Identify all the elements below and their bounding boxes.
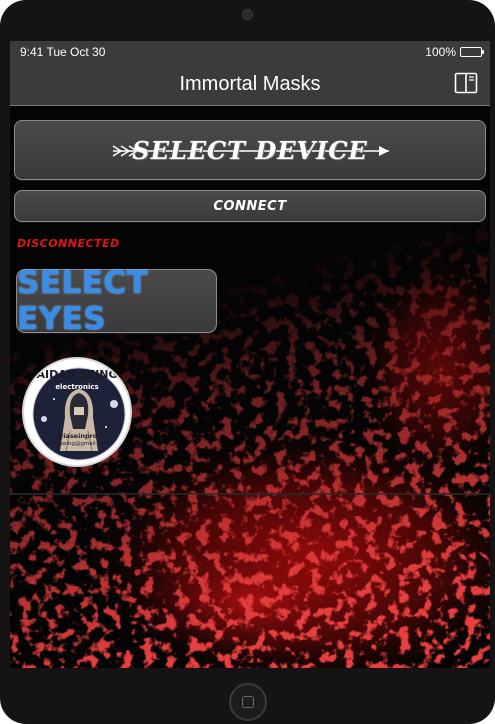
tablet-frame: 9:41 Tue Oct 30 100% Immortal Masks SELE…	[0, 0, 495, 724]
battery-percent: 100%	[425, 45, 456, 59]
aidan-seing-logo: AIDAN SEING electronics @iaseinpro aidan…	[22, 357, 132, 467]
app-screen: 9:41 Tue Oct 30 100% Immortal Masks SELE…	[10, 41, 490, 668]
connect-button[interactable]: CONNECT	[14, 190, 486, 222]
battery-icon	[460, 47, 484, 57]
status-bar: 9:41 Tue Oct 30 100%	[10, 41, 490, 63]
status-time: 9:41 Tue Oct 30	[20, 45, 106, 59]
connect-label: CONNECT	[213, 198, 287, 214]
battery-status: 100%	[425, 45, 484, 59]
logo-email: aidanseing@gmail.com	[44, 441, 110, 447]
logo-title: AIDAN SEING	[36, 368, 118, 381]
select-device-label: SELECT DEVICE	[132, 135, 368, 165]
logo-handle: @iaseinpro	[56, 432, 98, 440]
front-camera	[242, 9, 253, 20]
page-title: Immortal Masks	[179, 73, 321, 95]
logo-subtitle: electronics	[55, 383, 99, 391]
home-button-icon[interactable]	[229, 683, 267, 721]
select-eyes-label: SELECT EYES	[17, 265, 149, 337]
connection-status-label: DISCONNECTED	[17, 237, 120, 250]
select-eyes-button[interactable]: SELECT EYES	[16, 265, 217, 337]
navigation-bar: Immortal Masks	[10, 63, 490, 106]
select-device-button[interactable]: SELECT DEVICE	[14, 120, 486, 180]
book-icon[interactable]	[454, 72, 478, 94]
